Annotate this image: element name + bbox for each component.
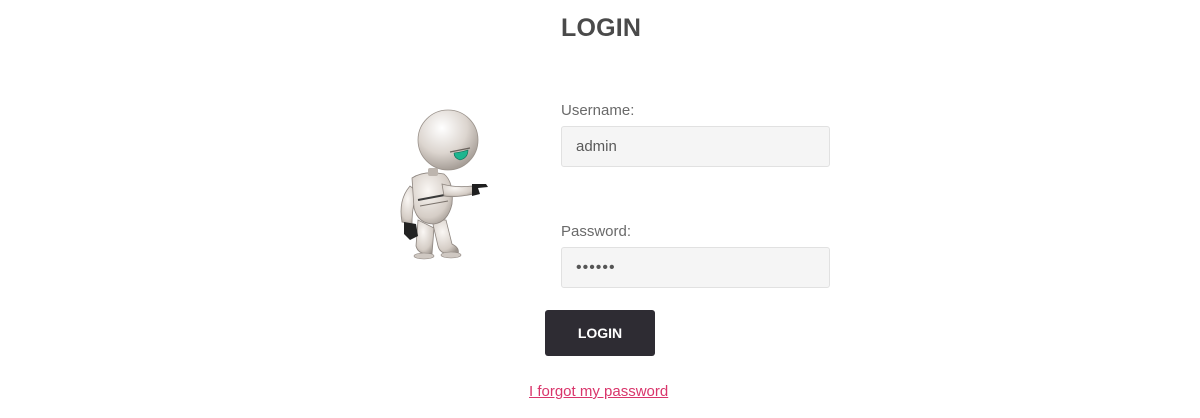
username-input[interactable] — [561, 126, 830, 167]
page-title: LOGIN — [561, 14, 642, 42]
forgot-password-link[interactable]: I forgot my password — [529, 383, 668, 400]
login-page: LOGIN Username: admin Password: LOGIN I … — [0, 0, 1200, 418]
login-button[interactable]: LOGIN — [545, 310, 655, 356]
password-input[interactable] — [561, 247, 830, 288]
password-label: Password: — [561, 223, 632, 240]
robot-illustration — [400, 109, 488, 260]
username-label: Username: — [561, 102, 635, 119]
